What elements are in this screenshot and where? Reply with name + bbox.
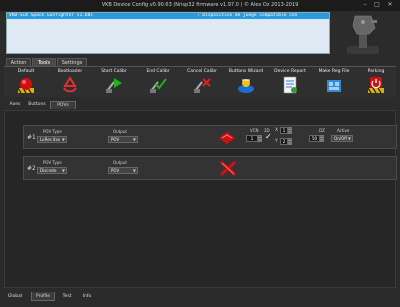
end-calibrate-icon bbox=[150, 78, 167, 93]
default-button[interactable]: Default bbox=[4, 69, 48, 97]
tab-tools[interactable]: Tools bbox=[32, 58, 56, 66]
chevron-down-icon: ▼ bbox=[61, 137, 65, 142]
pov-type-select[interactable]: Discrete ▼ bbox=[37, 167, 67, 174]
device-status: : Dispositivo de juego compatible con bbox=[197, 13, 298, 18]
dz-stepper[interactable]: ▴ ▾ bbox=[320, 135, 324, 142]
x-input[interactable]: 1 bbox=[280, 127, 288, 134]
tab-axes[interactable]: Axes bbox=[6, 101, 24, 109]
chevron-down-icon: ▼ bbox=[61, 168, 65, 173]
output-value: POV bbox=[111, 137, 120, 142]
y-input[interactable]: 2 bbox=[280, 138, 288, 145]
tab-test[interactable]: Test bbox=[57, 292, 77, 301]
pov-row-1: #1 POV Type LoRes 8xx ▼ Output POV ▼ VCN… bbox=[23, 125, 397, 149]
device-report-icon bbox=[283, 76, 297, 94]
tab-profile[interactable]: Profile bbox=[31, 292, 55, 301]
pov-type-value: LoRes 8xx bbox=[40, 137, 61, 142]
bootloader-label: Bootloader bbox=[57, 69, 83, 74]
vcn-input[interactable]: 1 bbox=[246, 135, 258, 142]
output-label: Output bbox=[113, 129, 127, 134]
start-calibrate-label: Start Calibr bbox=[101, 69, 127, 74]
buttons-wizard-icon bbox=[238, 79, 254, 93]
x-label: X bbox=[275, 128, 279, 133]
maximize-button[interactable]: □ bbox=[372, 1, 382, 9]
device-report-button[interactable]: Device Report bbox=[268, 69, 312, 97]
pov-type-value: Discrete bbox=[40, 168, 57, 173]
end-calibrate-label: End Calibr bbox=[146, 69, 170, 74]
bootloader-button[interactable]: Bootloader bbox=[48, 69, 92, 97]
cancel-calibrate-icon bbox=[194, 78, 211, 93]
tab-global[interactable]: Global bbox=[4, 292, 26, 301]
cancel-calibrate-label: Cancel Calibr bbox=[187, 69, 217, 74]
y-stepper[interactable]: ▴ ▾ bbox=[288, 138, 292, 145]
end-calibrate-button[interactable]: End Calibr bbox=[136, 69, 180, 97]
bootloader-recycle-icon bbox=[63, 76, 77, 93]
vcn-checkmark[interactable]: ✓ bbox=[265, 132, 272, 141]
output-label: Output bbox=[113, 160, 127, 165]
vcn-stepper[interactable]: ▴ ▾ bbox=[258, 135, 262, 142]
buttons-wizard-button[interactable]: Buttons Wizard bbox=[224, 69, 268, 97]
default-label: Default bbox=[17, 69, 35, 74]
y-label: Y bbox=[275, 139, 278, 144]
pov-hat-icon[interactable] bbox=[218, 132, 236, 144]
active-select[interactable]: On/Off ▼ bbox=[331, 135, 353, 142]
make-reg-file-label: Make Reg File bbox=[318, 69, 350, 74]
tab-info[interactable]: Info bbox=[78, 292, 96, 301]
device-report-label: Device Report bbox=[274, 69, 306, 74]
window-title: VKB Device Config v0.90.63 (Nrisp32 firm… bbox=[101, 2, 299, 8]
joystick-logo-icon bbox=[335, 12, 393, 56]
close-button[interactable]: ✕ bbox=[385, 1, 395, 9]
output-value: POV bbox=[111, 168, 120, 173]
pov-type-label: POV Type bbox=[43, 129, 62, 134]
minimize-button[interactable]: – bbox=[360, 1, 370, 9]
parking-button[interactable]: Parking bbox=[354, 69, 398, 97]
chevron-down-icon: ▼ bbox=[132, 137, 136, 142]
active-label: Active bbox=[337, 128, 350, 133]
tab-povs[interactable]: POVs bbox=[50, 101, 76, 109]
make-reg-file-icon bbox=[327, 80, 341, 92]
tab-buttons[interactable]: Buttons bbox=[26, 101, 48, 109]
pov-row-2: #2 POV Type Discrete ▼ Output POV ▼ bbox=[23, 156, 397, 180]
pov-row-index: #1 bbox=[27, 134, 36, 141]
chevron-down-icon: ▼ bbox=[132, 168, 136, 173]
povs-panel: #1 POV Type LoRes 8xx ▼ Output POV ▼ VCN… bbox=[4, 110, 397, 288]
chevron-down-icon: ▼ bbox=[347, 136, 351, 141]
cancel-calibrate-button[interactable]: Cancel Calibr bbox=[180, 69, 224, 97]
device-name: VKB-Sim Space Gunfighter v1.88l bbox=[9, 13, 93, 18]
remove-x-icon[interactable] bbox=[220, 161, 236, 176]
parking-power-icon bbox=[367, 77, 384, 94]
active-value: On/Off bbox=[334, 136, 347, 141]
output-select[interactable]: POV ▼ bbox=[108, 167, 138, 174]
default-red-circle-icon bbox=[17, 78, 34, 94]
parking-label: Parking bbox=[367, 69, 385, 74]
app-window: VKB Device Config v0.90.63 (Nrisp32 firm… bbox=[0, 0, 400, 307]
output-select[interactable]: POV ▼ bbox=[108, 136, 138, 143]
tab-action[interactable]: Action bbox=[6, 58, 31, 66]
dz-input[interactable]: 50 bbox=[309, 135, 320, 142]
tab-settings[interactable]: Settings bbox=[57, 58, 87, 66]
start-calibrate-icon bbox=[106, 78, 122, 93]
title-bar: VKB Device Config v0.90.63 (Nrisp32 firm… bbox=[0, 0, 400, 11]
buttons-wizard-label: Buttons Wizard bbox=[228, 69, 264, 74]
dz-label: DZ bbox=[319, 128, 325, 133]
pov-row-index: #2 bbox=[27, 165, 36, 172]
device-status-bar: VKB-Sim Space Gunfighter v1.88l : Dispos… bbox=[7, 13, 329, 19]
start-calibrate-button[interactable]: Start Calibr bbox=[92, 69, 136, 97]
device-display: VKB-Sim Space Gunfighter v1.88l : Dispos… bbox=[6, 12, 330, 54]
vcn-label: VCN bbox=[250, 128, 259, 133]
toolbar: Default Bootloader Start Calibr End Cali… bbox=[4, 66, 396, 97]
pov-type-label: POV Type bbox=[43, 160, 62, 165]
make-reg-file-button[interactable]: Make Reg File bbox=[312, 69, 356, 97]
pov-type-select[interactable]: LoRes 8xx ▼ bbox=[37, 136, 67, 143]
x-stepper[interactable]: ▴ ▾ bbox=[288, 127, 292, 134]
